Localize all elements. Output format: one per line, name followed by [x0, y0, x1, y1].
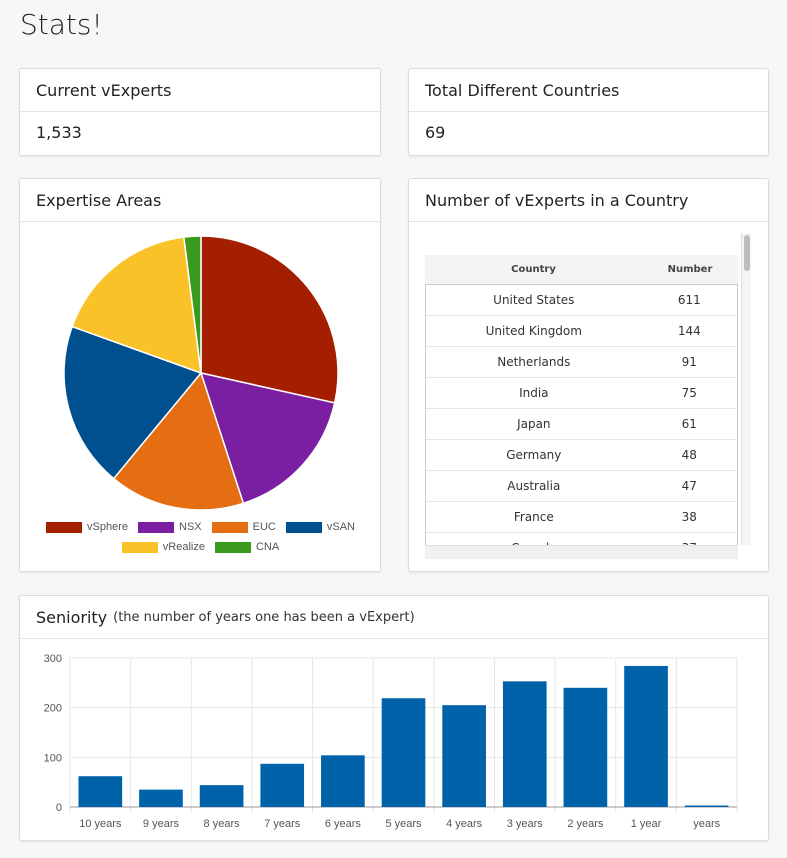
bar[interactable]: [442, 705, 486, 807]
number-cell: 48: [681, 448, 697, 462]
legend-swatch: [214, 541, 251, 553]
number-cell: 91: [681, 355, 697, 369]
bar[interactable]: [78, 776, 123, 807]
number-cell: 38: [681, 510, 697, 524]
x-tick-label: 8 years: [204, 818, 241, 830]
card-title: Total Different Countries: [409, 69, 768, 112]
table-body: United States 611 United Kingdom 144 Netherl…: [425, 285, 738, 559]
legend-swatch: [46, 521, 83, 533]
country-table[interactable]: Country Number United States 611 United Ki…: [425, 255, 738, 559]
y-tick-label: 300: [44, 653, 62, 665]
table-row[interactable]: India 75: [426, 378, 737, 409]
y-tick-label: 0: [56, 802, 62, 814]
x-tick-label: 3 years: [507, 818, 544, 830]
table-row[interactable]: United States 611: [426, 285, 737, 316]
legend-label: vRealize: [162, 541, 205, 553]
x-tick-label: 10 years: [79, 818, 122, 830]
table-row[interactable]: France 38: [426, 502, 737, 533]
bar[interactable]: [563, 687, 608, 807]
bar[interactable]: [624, 665, 668, 807]
legend-label: NSX: [179, 521, 202, 533]
table-row[interactable]: Netherlands 91: [426, 347, 737, 378]
number-cell: 61: [681, 417, 697, 431]
country-cell: Japan: [517, 417, 551, 431]
legend-swatch: [285, 521, 322, 533]
number-cell: 75: [681, 386, 697, 400]
page-title: Stats!: [20, 8, 103, 41]
table-row[interactable]: Japan 61: [426, 409, 737, 440]
country-cell: India: [519, 386, 549, 400]
bar[interactable]: [502, 681, 547, 807]
legend-label: EUC: [252, 521, 276, 533]
bar[interactable]: [684, 805, 729, 807]
column-header-number[interactable]: Number: [642, 264, 738, 275]
table-row[interactable]: United Kingdom 144: [426, 316, 737, 347]
legend-item[interactable]: vRealize: [121, 541, 205, 553]
card-title: Seniority (the number of years one has b…: [20, 596, 768, 639]
x-tick-label: 7 years: [264, 818, 301, 830]
x-tick-label: 1 year: [631, 818, 662, 830]
legend-label: CNA: [255, 541, 280, 553]
number-cell: 611: [677, 293, 701, 307]
horizontal-scrollbar[interactable]: [425, 545, 738, 559]
bar[interactable]: [199, 785, 244, 807]
country-cell: United Kingdom: [485, 324, 582, 338]
seniority-card: Seniority (the number of years one has b…: [19, 595, 769, 841]
scrollbar-thumb[interactable]: [744, 235, 750, 271]
legend-swatch: [138, 521, 174, 533]
country-cell: Australia: [507, 479, 561, 493]
x-tick-label: 6 years: [325, 818, 362, 830]
legend-label: vSAN: [326, 521, 355, 533]
vertical-scrollbar[interactable]: [741, 233, 751, 545]
table-header: Country Number: [425, 255, 738, 285]
seniority-title: Seniority: [36, 607, 108, 627]
legend-item[interactable]: vSAN: [285, 521, 355, 533]
x-tick-label: years: [693, 818, 720, 830]
current-vexperts-card: Current vExperts 1,533: [19, 68, 381, 156]
country-cell: France: [513, 510, 554, 524]
card-title: Current vExperts: [20, 69, 380, 112]
x-tick-label: 2 years: [567, 818, 604, 830]
total-countries-card: Total Different Countries 69: [408, 68, 769, 156]
legend-label: vSphere: [87, 521, 128, 533]
table-row[interactable]: Germany 48: [426, 440, 737, 471]
x-tick-label: 4 years: [446, 818, 483, 830]
country-cell: United States: [493, 293, 575, 307]
legend-swatch: [211, 521, 248, 533]
bar[interactable]: [139, 789, 183, 807]
expertise-areas-card: Expertise Areas vSphere NSX EUC vSAN vReali…: [19, 178, 381, 572]
number-cell: 47: [681, 479, 697, 493]
legend-swatch: [121, 541, 158, 553]
y-tick-label: 200: [44, 703, 62, 715]
expertise-pie-chart: [63, 235, 339, 511]
pie-legend: vSphere NSX EUC vSAN vRealize CNA: [20, 517, 381, 557]
legend-item[interactable]: NSX: [138, 521, 202, 533]
table-row[interactable]: Australia 47: [426, 471, 737, 502]
card-title: Number of vExperts in a Country: [409, 179, 768, 222]
bar[interactable]: [321, 755, 365, 807]
country-cell: Germany: [506, 448, 562, 462]
country-table-card: Number of vExperts in a Country Country …: [408, 178, 769, 572]
countries-count: 69: [425, 123, 446, 142]
legend-item[interactable]: CNA: [214, 541, 280, 553]
seniority-bar-chart: 0 100 200 300 10 years 9 years 8 years 7 years 6…: [44, 653, 738, 830]
y-tick-label: 100: [44, 752, 62, 764]
country-cell: Netherlands: [497, 355, 571, 369]
legend-item[interactable]: vSphere: [46, 521, 128, 533]
bar[interactable]: [381, 698, 426, 807]
bar[interactable]: [260, 763, 305, 807]
seniority-subtitle: (the number of years one has been a vExp…: [113, 609, 415, 625]
vexperts-count: 1,533: [36, 123, 82, 142]
number-cell: 144: [677, 324, 701, 338]
x-tick-label: 5 years: [385, 818, 422, 830]
column-header-country[interactable]: Country: [425, 264, 642, 275]
legend-item[interactable]: EUC: [211, 521, 276, 533]
x-tick-label: 9 years: [143, 818, 180, 830]
